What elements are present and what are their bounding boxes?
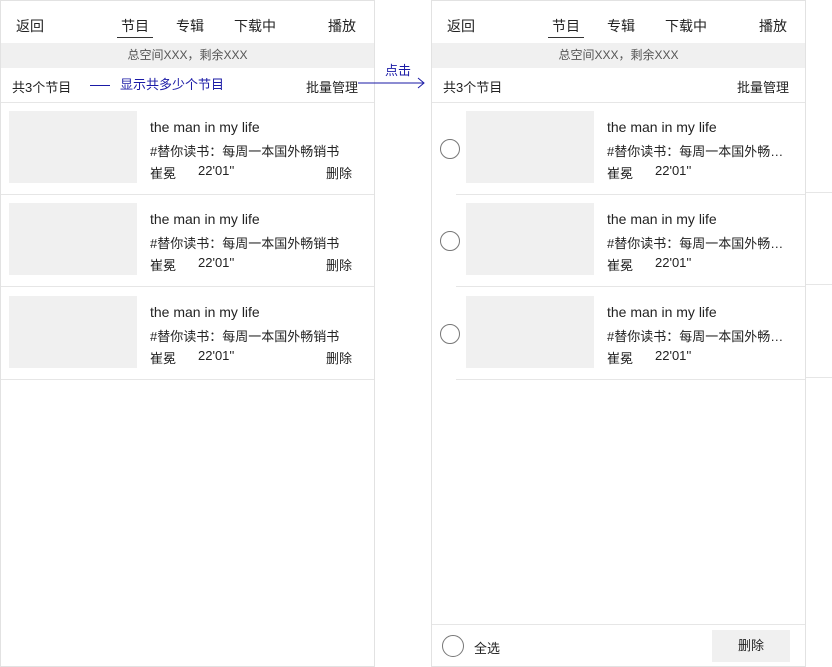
item-author: 崔冕 [607, 166, 634, 181]
batch-manage-button[interactable]: 批量管理 [737, 77, 789, 96]
batch-manage-button[interactable]: 批量管理 [306, 77, 358, 96]
item-description: #替你读书：每周一本国外畅销书 [150, 236, 340, 251]
tab-downloading[interactable]: 下载中 [234, 16, 276, 38]
storage-info: 总空间XXX，剩余XXX [1, 43, 374, 68]
tab-albums[interactable]: 专辑 [176, 16, 204, 38]
item-title: the man in my life [607, 304, 717, 320]
item-description: #替你读书：每周一本国外畅销书 [607, 144, 795, 159]
delete-button[interactable]: 删除 [326, 255, 352, 274]
annotation-dash [90, 85, 110, 87]
item-author: 崔冕 [607, 258, 634, 273]
batch-delete-button[interactable]: 删除 [712, 630, 790, 662]
item-title: the man in my life [150, 304, 260, 320]
divider [806, 284, 832, 285]
back-button[interactable]: 返回 [447, 16, 475, 36]
left-screen: 返回 节目 专辑 下载中 播放 总空间XXX，剩余XXX 共3个节目 批量管理 … [0, 0, 375, 667]
item-author: 崔冕 [607, 351, 634, 366]
play-button[interactable]: 播放 [759, 16, 787, 36]
item-title: the man in my life [150, 119, 260, 135]
item-duration: 22'01'' [198, 348, 235, 363]
item-select-radio[interactable] [440, 324, 460, 344]
item-description: #替你读书：每周一本国外畅销书 [150, 144, 340, 159]
select-all-label[interactable]: 全选 [474, 638, 500, 657]
delete-button[interactable]: 删除 [326, 348, 352, 367]
right-screen: 返回 节目 专辑 下载中 播放 总空间XXX，剩余XXX 共3个节目 批量管理 … [431, 0, 806, 667]
item-title: the man in my life [607, 211, 717, 227]
cover-image [466, 296, 594, 368]
bottom-action-bar: 全选 删除 [432, 624, 805, 666]
annotation-text: 显示共多少个节目 [120, 77, 225, 92]
arrow-right-icon [358, 77, 425, 89]
cover-image [9, 296, 137, 368]
divider [806, 192, 832, 193]
play-button[interactable]: 播放 [328, 16, 356, 36]
divider [806, 377, 832, 378]
storage-info: 总空间XXX，剩余XXX [432, 43, 805, 68]
tab-downloading[interactable]: 下载中 [665, 16, 707, 38]
item-description: #替你读书：每周一本国外畅销书 [607, 236, 795, 251]
cover-image [466, 203, 594, 275]
item-title: the man in my life [607, 119, 717, 135]
list-item[interactable]: the man in my life #替你读书：每周一本国外畅销书 崔冕 22… [440, 287, 805, 380]
cover-image [466, 111, 594, 183]
count-annotation: 显示共多少个节目 [90, 74, 224, 93]
tab-programs[interactable]: 节目 [548, 16, 584, 38]
item-description: #替你读书：每周一本国外畅销书 [150, 329, 340, 344]
nav-bar: 返回 节目 专辑 下载中 播放 [1, 1, 374, 43]
delete-button[interactable]: 删除 [326, 163, 352, 182]
item-title: the man in my life [150, 211, 260, 227]
item-description: #替你读书：每周一本国外畅销书 [607, 329, 795, 344]
item-select-radio[interactable] [440, 231, 460, 251]
list-header: 共3个节目 批量管理 [432, 68, 805, 103]
item-duration: 22'01'' [198, 163, 235, 178]
item-duration: 22'01'' [655, 348, 692, 363]
tab-programs[interactable]: 节目 [117, 16, 153, 38]
list-item[interactable]: the man in my life #替你读书：每周一本国外畅销书 崔冕 22… [1, 194, 374, 287]
list-item[interactable]: the man in my life #替你读书：每周一本国外畅销书 崔冕 22… [1, 287, 374, 380]
list-item[interactable]: the man in my life #替你读书：每周一本国外畅销书 崔冕 22… [1, 102, 374, 195]
item-duration: 22'01'' [655, 255, 692, 270]
item-select-radio[interactable] [440, 139, 460, 159]
nav-bar: 返回 节目 专辑 下载中 播放 [432, 1, 805, 43]
program-count: 共3个节目 [12, 80, 72, 95]
item-author: 崔冕 [150, 166, 177, 181]
list-item[interactable]: the man in my life #替你读书：每周一本国外畅销书 崔冕 22… [440, 194, 805, 287]
program-count: 共3个节目 [443, 80, 503, 95]
cover-image [9, 111, 137, 183]
item-author: 崔冕 [150, 351, 177, 366]
select-all-radio[interactable] [442, 635, 464, 657]
item-duration: 22'01'' [198, 255, 235, 270]
tab-albums[interactable]: 专辑 [607, 16, 635, 38]
item-author: 崔冕 [150, 258, 177, 273]
item-duration: 22'01'' [655, 163, 692, 178]
back-button[interactable]: 返回 [16, 16, 44, 36]
list-item[interactable]: the man in my life #替你读书：每周一本国外畅销书 崔冕 22… [440, 102, 805, 195]
cover-image [9, 203, 137, 275]
